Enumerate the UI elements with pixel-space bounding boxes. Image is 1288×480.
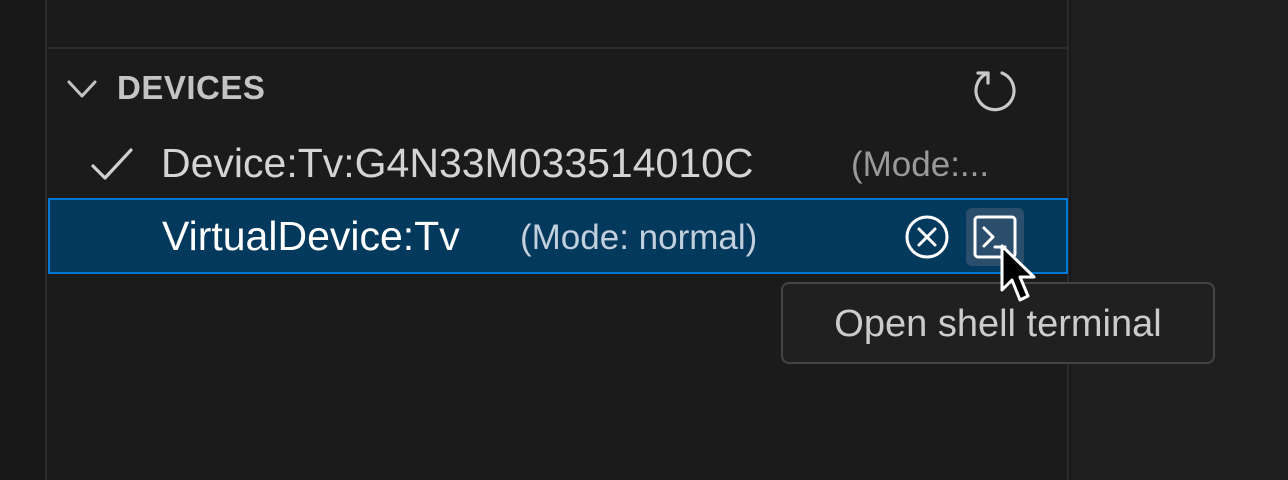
device-item[interactable]: Device:Tv:G4N33M033514010C (Mode:...	[47, 126, 1067, 200]
device-item-selected[interactable]: VirtualDevice:Tv (Mode: normal)	[48, 198, 1068, 274]
mouse-pointer-icon	[1000, 244, 1040, 306]
devices-panel: DEVICES Device:Tv:G4N33M033514010C (Mode…	[45, 0, 1069, 480]
device-description: (Mode: normal)	[520, 218, 758, 257]
section-divider	[47, 47, 1067, 49]
tooltip-text: Open shell terminal	[834, 303, 1162, 345]
device-label: VirtualDevice:Tv	[162, 213, 460, 259]
editor-area	[1071, 0, 1288, 480]
checkmark-icon	[89, 144, 135, 184]
chevron-down-icon[interactable]	[65, 74, 99, 104]
device-label: Device:Tv:G4N33M033514010C	[161, 140, 754, 186]
close-circle-icon[interactable]	[902, 212, 952, 262]
devices-section-header[interactable]: DEVICES	[47, 58, 1067, 120]
device-description: (Mode:...	[851, 145, 990, 184]
tooltip: Open shell terminal	[781, 282, 1215, 364]
refresh-icon[interactable]	[969, 64, 1021, 116]
section-title: DEVICES	[117, 69, 266, 106]
left-gutter	[0, 0, 45, 480]
